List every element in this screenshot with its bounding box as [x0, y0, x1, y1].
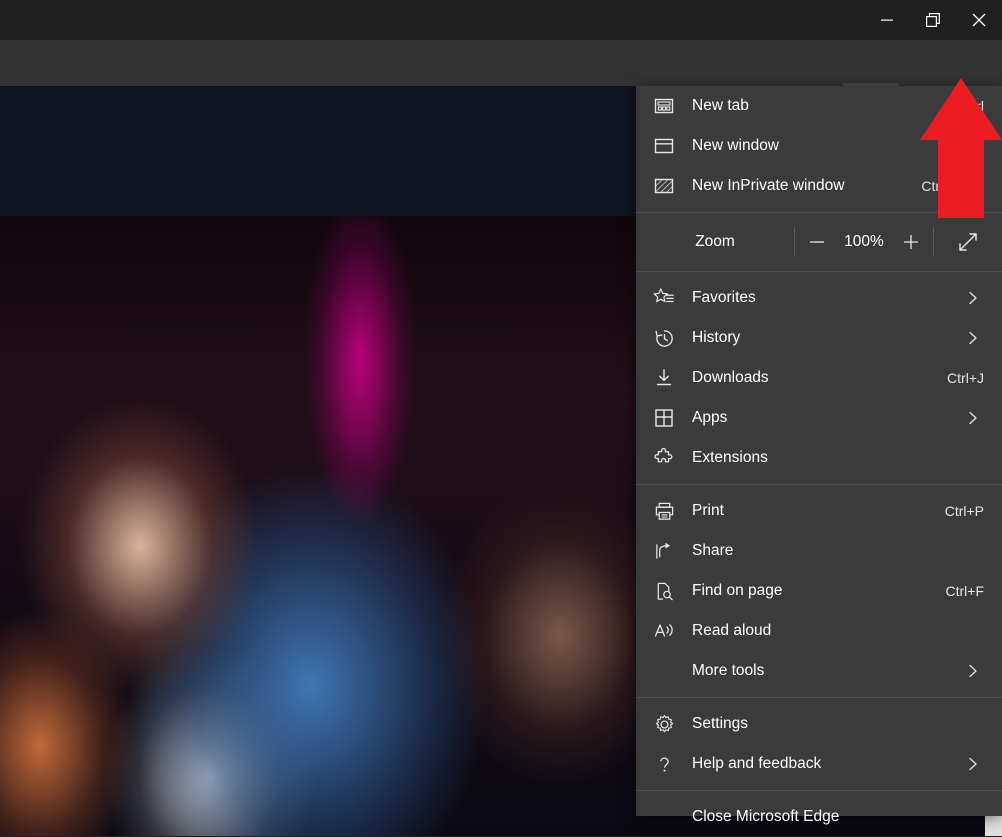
chevron-right-icon — [966, 331, 1002, 345]
read-aloud-icon — [636, 620, 692, 642]
zoom-in-button[interactable] — [894, 225, 928, 259]
menu-item-favorites[interactable]: Favorites — [636, 278, 1002, 318]
help-icon — [636, 754, 692, 775]
menu-item-label: Favorites — [692, 289, 966, 307]
chevron-right-icon — [966, 411, 1002, 425]
fullscreen-button[interactable] — [934, 231, 1002, 253]
menu-item-extensions[interactable]: Extensions — [636, 438, 1002, 478]
menu-item-print[interactable]: Print Ctrl+P — [636, 491, 1002, 531]
menu-item-shortcut: Ctrl+P — [945, 503, 1002, 519]
menu-item-label: Apps — [692, 409, 966, 427]
menu-item-label: Close Microsoft Edge — [692, 808, 1002, 826]
menu-item-label: Downloads — [692, 369, 947, 387]
new-tab-icon — [636, 96, 692, 116]
menu-item-history[interactable]: History — [636, 318, 1002, 358]
menu-item-shortcut: Ctrl+J — [947, 370, 1002, 386]
menu-item-share[interactable]: Share — [636, 531, 1002, 571]
menu-item-label: Find on page — [692, 582, 946, 600]
find-on-page-icon — [636, 581, 692, 602]
extensions-icon — [636, 448, 692, 469]
menu-item-label: More tools — [692, 662, 966, 680]
menu-divider — [636, 484, 1002, 485]
menu-item-settings[interactable]: Settings — [636, 704, 1002, 744]
menu-item-downloads[interactable]: Downloads Ctrl+J — [636, 358, 1002, 398]
restore-button[interactable] — [910, 0, 956, 40]
close-button[interactable] — [956, 0, 1002, 40]
chevron-right-icon — [966, 291, 1002, 305]
menu-item-label: Read aloud — [692, 622, 1002, 640]
window-controls — [864, 0, 1002, 40]
apps-icon — [636, 408, 692, 428]
history-icon — [636, 328, 692, 349]
zoom-level-value: 100% — [844, 233, 884, 251]
minimize-button[interactable] — [864, 0, 910, 40]
browser-toolbar: 1 — [0, 40, 1002, 86]
menu-item-label: Extensions — [692, 449, 1002, 467]
menu-item-label: New window — [692, 137, 958, 155]
new-window-icon — [636, 136, 692, 156]
menu-item-label: Settings — [692, 715, 1002, 733]
favorites-icon — [636, 287, 692, 309]
chevron-right-icon — [966, 664, 1002, 678]
menu-item-help-and-feedback[interactable]: Help and feedback — [636, 744, 1002, 784]
menu-item-read-aloud[interactable]: Read aloud — [636, 611, 1002, 651]
menu-divider — [636, 697, 1002, 698]
menu-item-find-on-page[interactable]: Find on page Ctrl+F — [636, 571, 1002, 611]
menu-item-shortcut: Ctrl+F — [946, 583, 1002, 599]
zoom-out-button[interactable] — [800, 225, 834, 259]
menu-item-label: New InPrivate window — [692, 177, 921, 195]
menu-item-apps[interactable]: Apps — [636, 398, 1002, 438]
menu-item-more-tools[interactable]: More tools — [636, 651, 1002, 691]
share-icon — [636, 541, 692, 562]
settings-icon — [636, 714, 692, 735]
zoom-label: Zoom — [636, 233, 794, 251]
red-arrow-annotation — [920, 78, 1002, 218]
menu-item-close-microsoft-edge[interactable]: Close Microsoft Edge — [636, 797, 1002, 837]
downloads-icon — [636, 368, 692, 388]
print-icon — [636, 501, 692, 522]
menu-item-label: Share — [692, 542, 1002, 560]
menu-item-label: Help and feedback — [692, 755, 966, 773]
title-bar — [0, 0, 1002, 40]
menu-zoom-row: Zoom 100% — [636, 219, 1002, 265]
chevron-right-icon — [966, 757, 1002, 771]
menu-divider — [636, 790, 1002, 791]
inprivate-window-icon — [636, 176, 692, 196]
menu-divider — [636, 271, 1002, 272]
menu-item-label: Print — [692, 502, 945, 520]
menu-item-label: History — [692, 329, 966, 347]
